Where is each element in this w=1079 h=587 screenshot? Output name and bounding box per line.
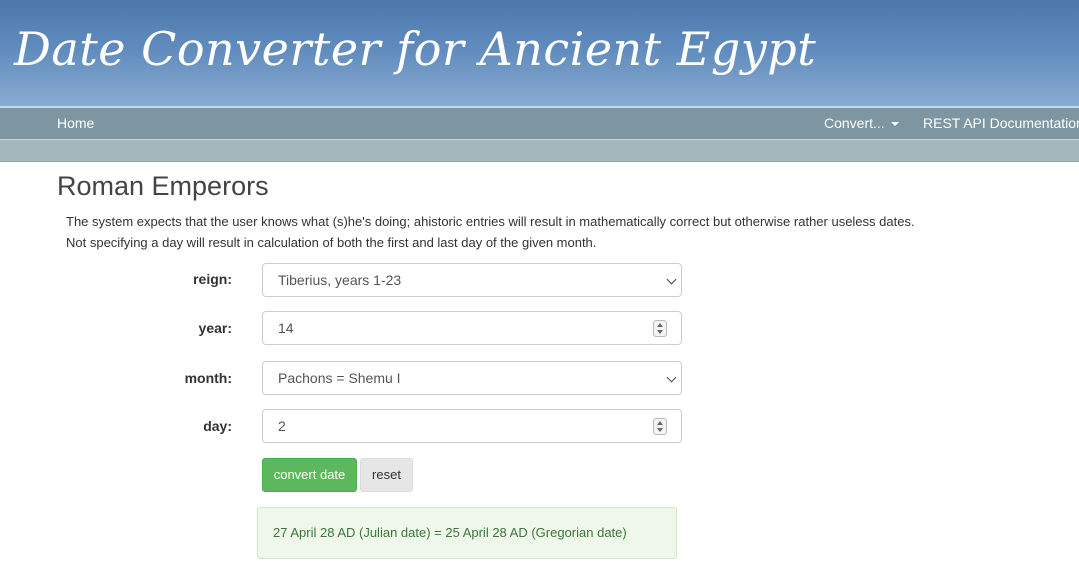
- year-label: year:: [198, 320, 232, 336]
- month-label: month:: [184, 370, 232, 386]
- chevron-down-icon: [666, 274, 677, 285]
- reset-button[interactable]: reset: [360, 458, 413, 492]
- page-title: Roman Emperors: [57, 171, 269, 201]
- reign-select[interactable]: Tiberius, years 1-23: [262, 263, 682, 297]
- intro-text: Not specifying a day will result in calc…: [66, 235, 597, 250]
- day-input-value: 2: [278, 418, 286, 434]
- year-input[interactable]: 14: [262, 311, 682, 345]
- month-select-value: Pachons = Shemu I: [278, 370, 401, 386]
- result-text: 27 April 28 AD (Julian date) = 25 April …: [273, 525, 627, 540]
- reign-label: reign:: [193, 271, 232, 287]
- stepper-down-icon: [657, 428, 663, 432]
- year-stepper[interactable]: [653, 320, 667, 337]
- nav-convert-dropdown[interactable]: Convert...: [824, 108, 899, 139]
- year-input-value: 14: [278, 320, 294, 336]
- site-title: Date Converter for Ancient Egypt: [14, 22, 817, 76]
- day-input[interactable]: 2: [262, 409, 682, 443]
- stepper-up-icon: [657, 421, 663, 425]
- reign-select-value: Tiberius, years 1-23: [278, 272, 402, 288]
- site-banner: Date Converter for Ancient Egypt: [0, 0, 1079, 107]
- nav-home-link[interactable]: Home: [57, 108, 94, 139]
- sub-navbar: [0, 139, 1079, 162]
- result-alert: 27 April 28 AD (Julian date) = 25 April …: [257, 507, 677, 559]
- stepper-up-icon: [657, 323, 663, 327]
- day-stepper[interactable]: [653, 418, 667, 435]
- day-label: day:: [203, 418, 232, 434]
- intro-text: The system expects that the user knows w…: [66, 214, 915, 229]
- stepper-down-icon: [657, 330, 663, 334]
- month-select[interactable]: Pachons = Shemu I: [262, 361, 682, 395]
- caret-down-icon: [890, 122, 899, 126]
- chevron-down-icon: [666, 372, 677, 383]
- nav-convert-label: Convert...: [824, 115, 885, 131]
- convert-date-button[interactable]: convert date: [262, 458, 357, 492]
- main-navbar: Home Convert... REST API Documentation: [0, 108, 1079, 139]
- nav-api-docs-link[interactable]: REST API Documentation: [923, 108, 1079, 139]
